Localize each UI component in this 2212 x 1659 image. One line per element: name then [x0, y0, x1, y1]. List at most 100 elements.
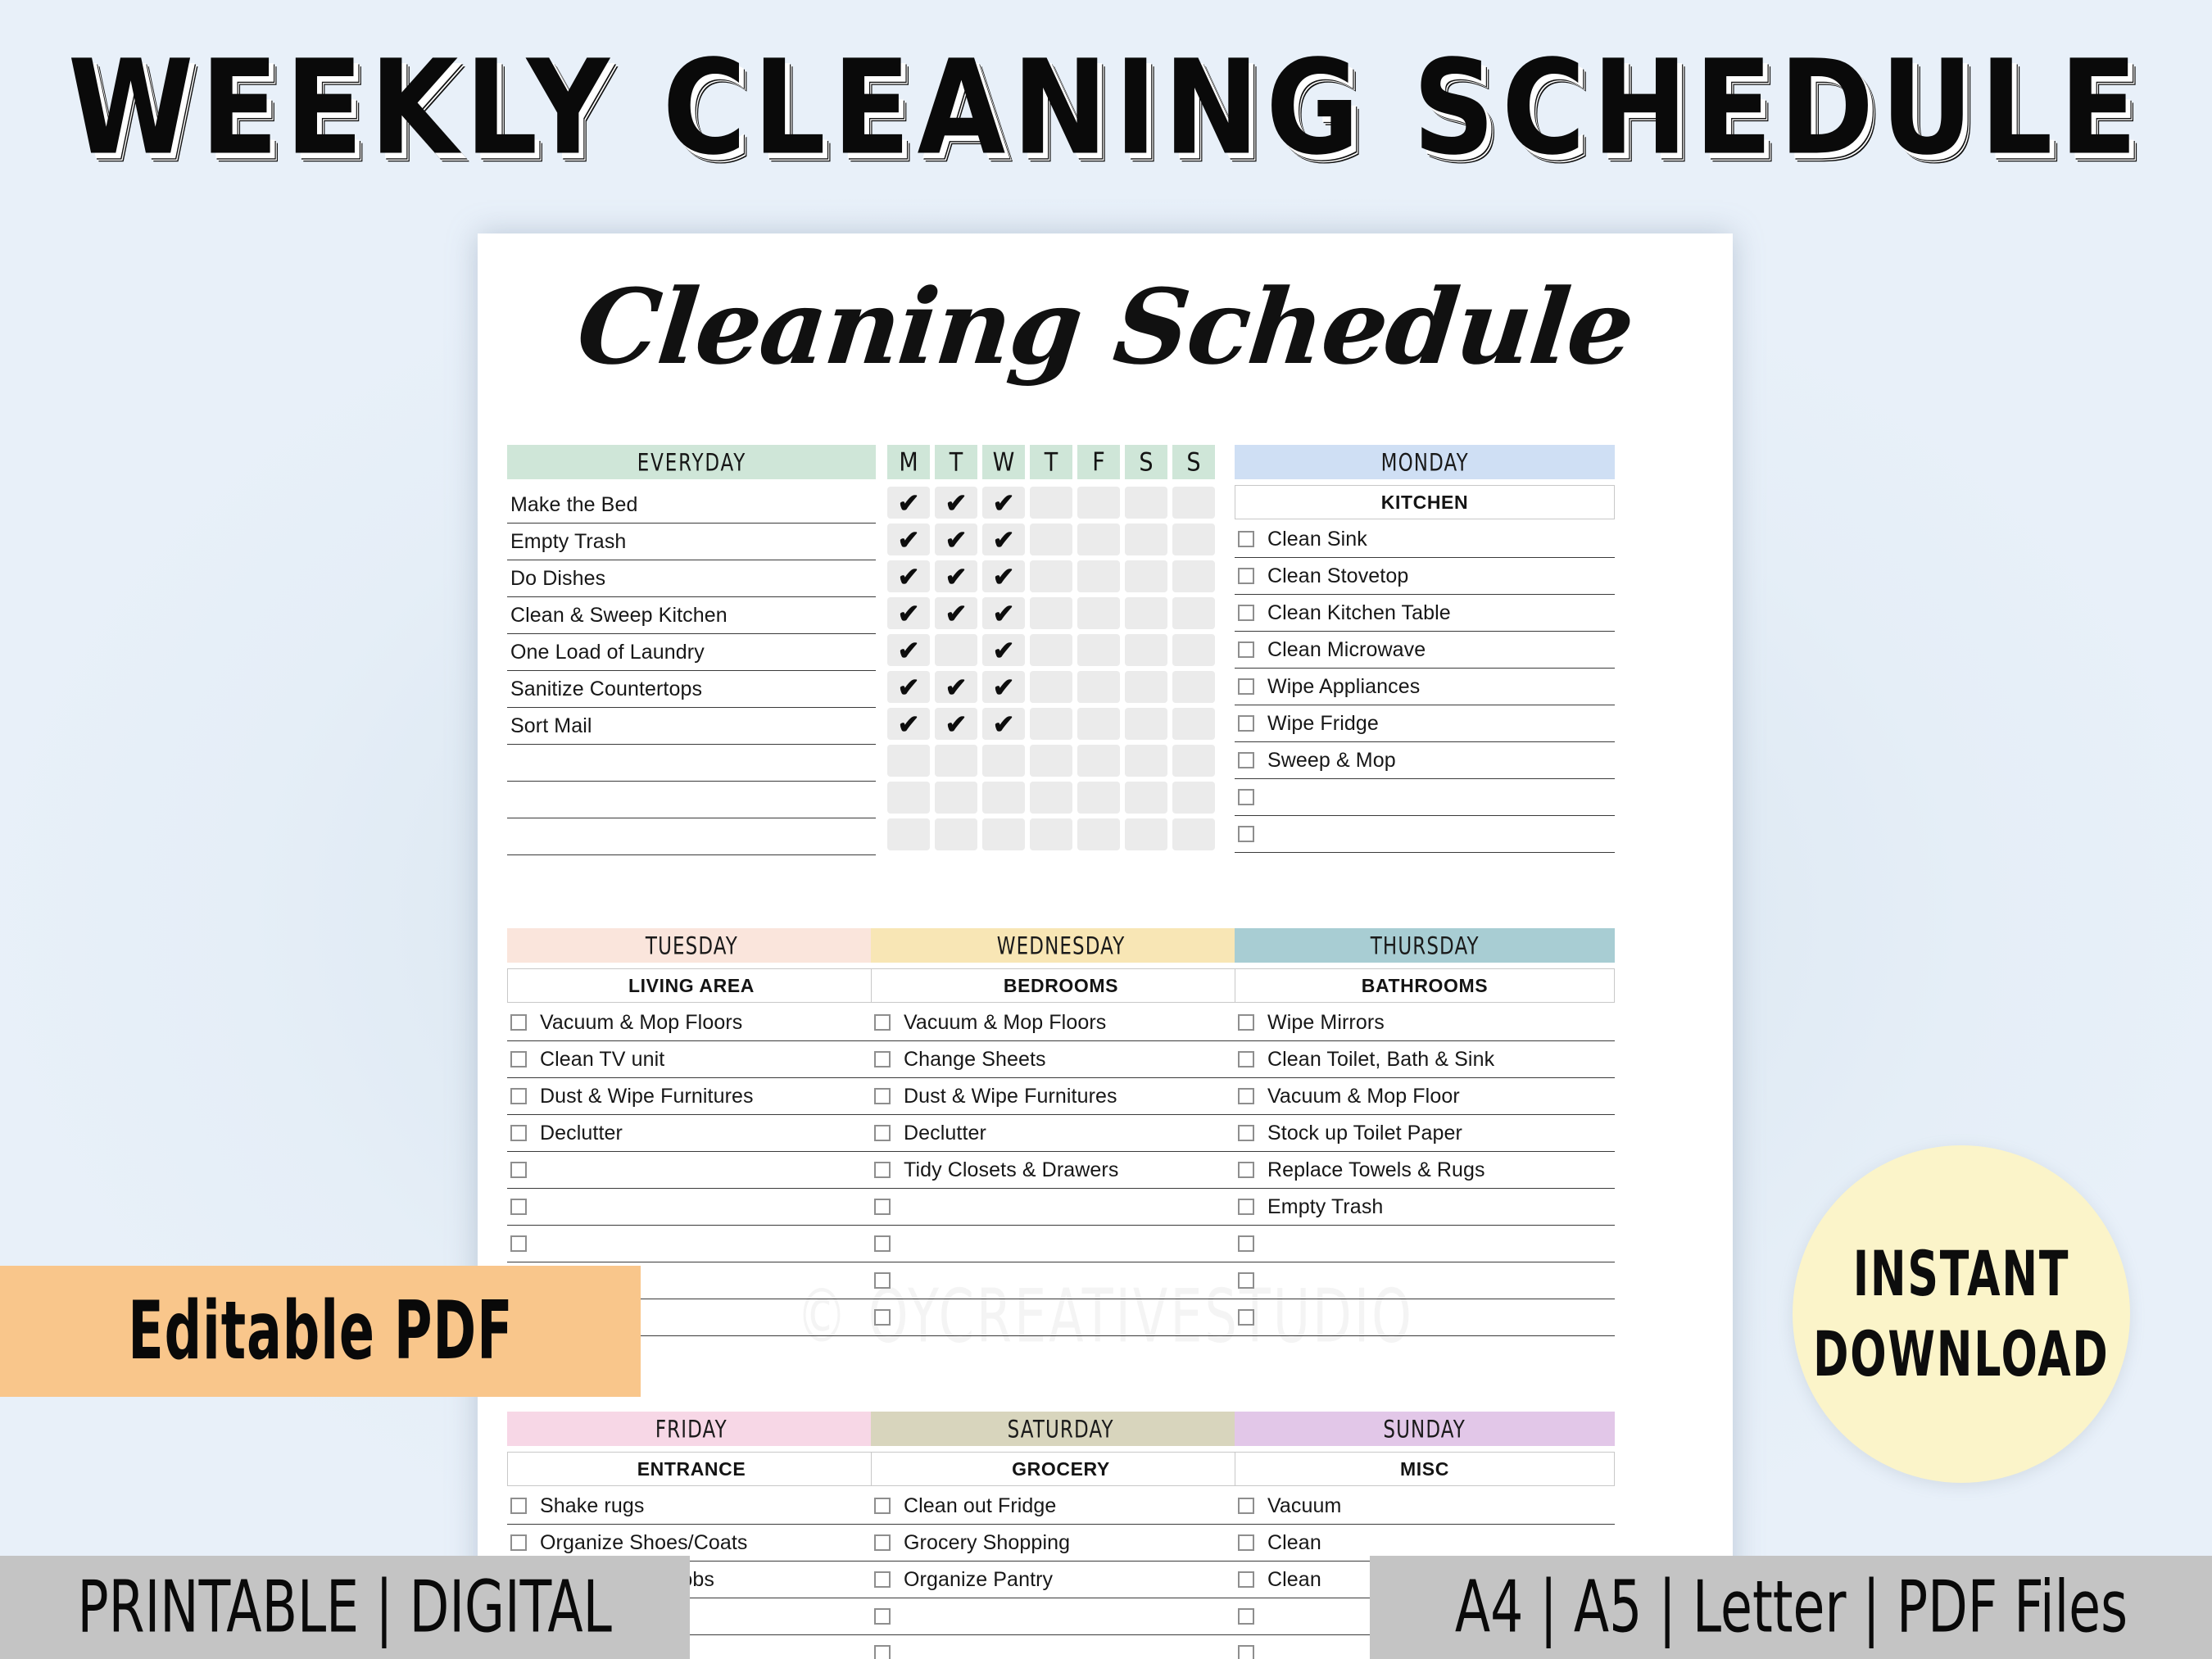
weekday-checkbox-empty[interactable] [1172, 560, 1215, 592]
everyday-task-row[interactable]: Sort Mail [507, 708, 876, 745]
task-checkbox[interactable] [1238, 1498, 1254, 1514]
task-checkbox[interactable] [510, 1235, 527, 1252]
weekday-checkbox-empty[interactable] [935, 745, 977, 777]
task-row[interactable]: Declutter [507, 1115, 876, 1152]
everyday-task-row[interactable] [507, 818, 876, 855]
task-checkbox[interactable] [874, 1162, 891, 1178]
task-checkbox[interactable] [1238, 531, 1254, 547]
task-row[interactable] [1235, 1226, 1615, 1262]
weekday-checkbox-empty[interactable] [935, 818, 977, 850]
task-row[interactable]: Sweep & Mop [1235, 742, 1615, 779]
weekday-checkbox-checked[interactable]: ✔ [935, 597, 977, 629]
everyday-task-row[interactable]: Sanitize Countertops [507, 671, 876, 708]
weekday-checkbox-empty[interactable] [1125, 708, 1167, 740]
task-row[interactable]: Clean Sink [1235, 521, 1615, 558]
task-row[interactable]: Shake rugs [507, 1488, 876, 1525]
weekday-checkbox-checked[interactable]: ✔ [887, 597, 930, 629]
weekday-checkbox-checked[interactable]: ✔ [935, 524, 977, 555]
weekday-checkbox-checked[interactable]: ✔ [887, 671, 930, 703]
weekday-checkbox-empty[interactable] [1030, 671, 1072, 703]
task-checkbox[interactable] [1238, 1645, 1254, 1659]
weekday-checkbox-empty[interactable] [1125, 597, 1167, 629]
weekday-checkbox-empty[interactable] [1172, 745, 1215, 777]
weekday-checkbox-empty[interactable] [1077, 634, 1120, 666]
weekday-checkbox-checked[interactable]: ✔ [982, 708, 1025, 740]
weekday-checkbox-empty[interactable] [1172, 671, 1215, 703]
weekday-checkbox-empty[interactable] [1125, 671, 1167, 703]
weekday-checkbox-empty[interactable] [1125, 745, 1167, 777]
task-row[interactable]: Organize Pantry [871, 1562, 1251, 1598]
task-row[interactable] [1235, 816, 1615, 853]
task-checkbox[interactable] [510, 1125, 527, 1141]
weekday-checkbox-empty[interactable] [1077, 524, 1120, 555]
task-row[interactable] [871, 1635, 1251, 1659]
weekday-checkbox-empty[interactable] [1030, 818, 1072, 850]
task-checkbox[interactable] [874, 1571, 891, 1588]
weekday-checkbox-empty[interactable] [1077, 560, 1120, 592]
task-checkbox[interactable] [874, 1534, 891, 1551]
task-checkbox[interactable] [510, 1498, 527, 1514]
weekday-checkbox-empty[interactable] [1030, 597, 1072, 629]
task-row[interactable]: Clean Microwave [1235, 632, 1615, 669]
task-row[interactable]: Vacuum & Mop Floors [507, 1004, 876, 1041]
task-checkbox[interactable] [1238, 715, 1254, 732]
task-checkbox[interactable] [1238, 678, 1254, 695]
task-checkbox[interactable] [1238, 1534, 1254, 1551]
task-checkbox[interactable] [1238, 641, 1254, 658]
task-checkbox[interactable] [874, 1235, 891, 1252]
task-checkbox[interactable] [1238, 1088, 1254, 1104]
weekday-checkbox-empty[interactable] [1125, 560, 1167, 592]
task-checkbox[interactable] [874, 1199, 891, 1215]
task-checkbox[interactable] [1238, 826, 1254, 842]
task-row[interactable] [871, 1262, 1251, 1299]
weekday-checkbox-empty[interactable] [1172, 487, 1215, 519]
weekday-checkbox-empty[interactable] [1125, 782, 1167, 814]
task-row[interactable] [871, 1598, 1251, 1635]
weekday-checkbox-empty[interactable] [1030, 560, 1072, 592]
weekday-checkbox-checked[interactable]: ✔ [887, 634, 930, 666]
task-checkbox[interactable] [1238, 752, 1254, 768]
task-checkbox[interactable] [874, 1645, 891, 1659]
task-checkbox[interactable] [1238, 1235, 1254, 1252]
weekday-checkbox-empty[interactable] [1172, 782, 1215, 814]
task-row[interactable]: Vacuum [1235, 1488, 1615, 1525]
task-checkbox[interactable] [510, 1162, 527, 1178]
weekday-checkbox-empty[interactable] [1077, 487, 1120, 519]
task-row[interactable] [507, 1189, 876, 1226]
weekday-checkbox-empty[interactable] [1125, 524, 1167, 555]
weekday-checkbox-checked[interactable]: ✔ [935, 708, 977, 740]
weekday-checkbox-checked[interactable]: ✔ [982, 597, 1025, 629]
task-row[interactable]: Dust & Wipe Furnitures [871, 1078, 1251, 1115]
weekday-checkbox-empty[interactable] [1030, 745, 1072, 777]
task-row[interactable]: Vacuum & Mop Floor [1235, 1078, 1615, 1115]
task-row[interactable]: Wipe Appliances [1235, 669, 1615, 705]
task-checkbox[interactable] [1238, 1199, 1254, 1215]
weekday-checkbox-empty[interactable] [887, 818, 930, 850]
weekday-checkbox-empty[interactable] [982, 745, 1025, 777]
weekday-checkbox-empty[interactable] [1030, 487, 1072, 519]
weekday-checkbox-empty[interactable] [982, 818, 1025, 850]
task-row[interactable]: Clean out Fridge [871, 1488, 1251, 1525]
task-row[interactable]: Empty Trash [1235, 1189, 1615, 1226]
weekday-checkbox-empty[interactable] [1030, 782, 1072, 814]
weekday-checkbox-empty[interactable] [887, 745, 930, 777]
task-row[interactable]: Vacuum & Mop Floors [871, 1004, 1251, 1041]
everyday-task-row[interactable] [507, 782, 876, 818]
task-row[interactable]: Tidy Closets & Drawers [871, 1152, 1251, 1189]
weekday-checkbox-empty[interactable] [1030, 708, 1072, 740]
weekday-checkbox-empty[interactable] [935, 634, 977, 666]
everyday-task-row[interactable]: Do Dishes [507, 560, 876, 597]
weekday-checkbox-checked[interactable]: ✔ [982, 634, 1025, 666]
task-checkbox[interactable] [1238, 1272, 1254, 1289]
task-checkbox[interactable] [874, 1014, 891, 1031]
weekday-checkbox-empty[interactable] [1125, 634, 1167, 666]
weekday-checkbox-checked[interactable]: ✔ [887, 524, 930, 555]
weekday-checkbox-checked[interactable]: ✔ [982, 671, 1025, 703]
task-row[interactable]: Declutter [871, 1115, 1251, 1152]
task-row[interactable]: Grocery Shopping [871, 1525, 1251, 1562]
weekday-checkbox-empty[interactable] [1172, 524, 1215, 555]
weekday-checkbox-empty[interactable] [1077, 671, 1120, 703]
task-row[interactable] [507, 1226, 876, 1262]
weekday-checkbox-empty[interactable] [1172, 597, 1215, 629]
task-row[interactable]: Replace Towels & Rugs [1235, 1152, 1615, 1189]
